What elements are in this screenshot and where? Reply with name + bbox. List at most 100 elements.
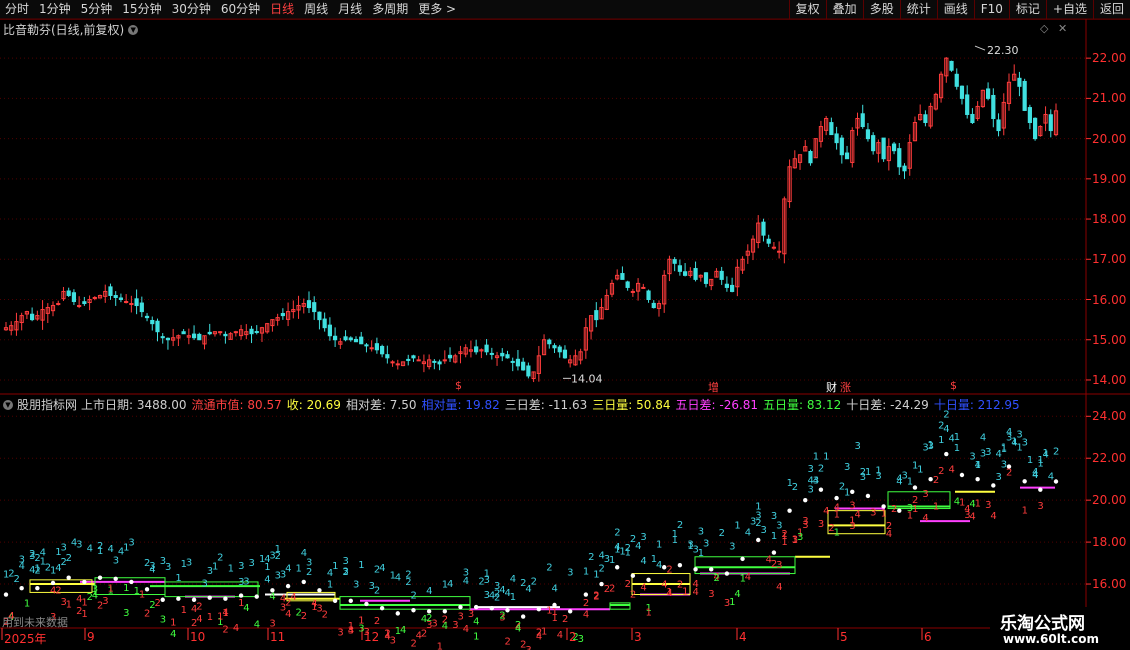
candle-body-22	[118, 297, 124, 301]
ind-num-105-1: 4	[552, 584, 558, 595]
y-tick-4: 18.00	[1092, 212, 1127, 227]
ind-num-3-1: 4	[19, 561, 25, 572]
ind-dot-156	[818, 487, 824, 492]
ind-dot-93	[489, 605, 495, 611]
chevron-down-icon[interactable]: ▼	[3, 399, 13, 410]
candle-body-99	[521, 361, 526, 371]
ind-num-90-1: 4	[473, 617, 479, 628]
indicator-field-4: 相对量: 19.82	[421, 398, 500, 412]
event-marker-3[interactable]: 涨	[840, 379, 851, 395]
candle-body-96	[505, 354, 510, 359]
high-label: 22.30	[987, 44, 1019, 57]
candle-body-130	[683, 271, 688, 276]
ind-num-83-0: 1	[437, 642, 443, 650]
ind-num-161-1: 3	[844, 462, 850, 473]
candle-body-129	[677, 265, 682, 272]
x-tick-6: 3	[634, 630, 642, 644]
ind-dot-141	[740, 556, 745, 562]
candle-body-122	[641, 286, 646, 289]
ind-num-58-1: 3	[306, 558, 312, 569]
ind-num-176-1: 4	[922, 513, 928, 524]
candle-body-185	[970, 113, 975, 124]
candle-body-31	[165, 337, 171, 341]
candle-body-5	[30, 313, 35, 321]
ind-num-33-0: 1	[175, 573, 181, 584]
x-tick-7: 4	[739, 630, 747, 644]
x-tick-1: 9	[87, 630, 95, 644]
candle-body-27	[144, 315, 150, 319]
ind-num-4-0: 1	[24, 598, 30, 609]
ind-num-140-0: 1	[734, 521, 740, 532]
ind-num-175-0: 1	[917, 465, 923, 476]
ind-num-20-2: 1	[107, 583, 113, 594]
candle-body-30	[160, 336, 165, 339]
ind-num-24-0: 3	[128, 537, 134, 548]
ind-dot-144	[756, 537, 761, 543]
candle-body-71	[374, 343, 379, 351]
ind-dot-0	[3, 592, 9, 597]
ind-num-151-2: 2	[792, 482, 798, 493]
ind-num-156-1: 2	[818, 463, 824, 474]
ind-num-108-0: 3	[567, 568, 573, 579]
ind-dot-174	[912, 485, 918, 490]
candle-body-196	[1027, 107, 1032, 124]
candle-body-146	[766, 238, 771, 244]
ind-dot-120	[630, 573, 636, 578]
ind-num-152-1: 3	[797, 532, 803, 543]
ind-y-tick-2: 20.00	[1092, 493, 1127, 508]
ind-num-65-2: 3	[343, 556, 349, 567]
ind-num-195-1: 1	[1022, 505, 1028, 516]
ind-num-137-0: 2	[719, 528, 725, 539]
candle-body-26	[139, 302, 144, 313]
candle-body-82	[432, 360, 437, 363]
event-marker-0[interactable]: $	[455, 379, 462, 392]
ind-num-119-1: 1	[625, 547, 631, 558]
ind-num-178-0: 1	[933, 502, 939, 513]
indicator-fields: 上市日期: 3488.00 流通市值: 80.57 收: 20.69 相对差: 7.5…	[81, 396, 1025, 413]
ind-num-111-1: 2	[583, 598, 589, 609]
ind-num-127-2: 2	[666, 565, 672, 576]
chart-canvas[interactable]: 22.3014.04124242341234212142413241332214…	[0, 0, 1130, 650]
ind-y-tick-4: 16.00	[1092, 577, 1127, 592]
candle-body-154	[808, 150, 813, 164]
candle-body-78	[411, 355, 416, 359]
ind-dot-42	[223, 596, 228, 601]
high-pointer	[974, 45, 986, 51]
candle-body-53	[280, 313, 285, 317]
ind-num-156-0: 3	[818, 519, 824, 530]
ind-num-67-0: 3	[353, 580, 359, 591]
candle-body-65	[343, 336, 348, 341]
ind-num-170-0: 2	[891, 504, 897, 515]
candle-body-197	[1033, 117, 1038, 140]
candle-body-39	[207, 331, 212, 335]
ind-num-106-0: 4	[557, 630, 563, 641]
ind-num-95-1: 2	[499, 610, 505, 621]
ind-num-159-1: 1	[834, 528, 840, 539]
candle-body-66	[348, 337, 353, 341]
event-marker-4[interactable]: $	[950, 379, 957, 392]
ind-dot-24	[129, 579, 134, 585]
future-data-note: 用到未来数据	[2, 616, 68, 629]
candle-body-183	[959, 85, 965, 99]
ind-num-12-0: 2	[66, 553, 72, 564]
candle-body-93	[489, 352, 494, 355]
candle-body-98	[515, 358, 521, 367]
event-marker-1[interactable]: 增	[708, 379, 719, 395]
candle-body-164	[860, 113, 865, 128]
ind-num-155-2: 1	[813, 451, 819, 462]
ind-dot-66	[348, 598, 353, 604]
candle-body-67	[353, 338, 359, 343]
candle-body-17	[92, 296, 97, 299]
ind-num-155-1: 3	[813, 475, 819, 486]
ind-num-191-2: 1	[1001, 443, 1007, 454]
low-label: 14.04	[571, 372, 603, 385]
ind-num-28-1: 3	[149, 561, 155, 572]
x-tick-5: 2	[569, 630, 577, 644]
watermark-url: www.60lt.com	[1003, 632, 1100, 646]
ind-num-97-0: 1	[510, 592, 516, 603]
ind-num-10-0: 2	[55, 585, 61, 596]
y-tick-1: 21.00	[1092, 91, 1127, 106]
event-marker-2[interactable]: 财	[826, 379, 837, 395]
ind-num-132-1: 4	[693, 579, 699, 590]
candle-body-63	[333, 335, 338, 341]
